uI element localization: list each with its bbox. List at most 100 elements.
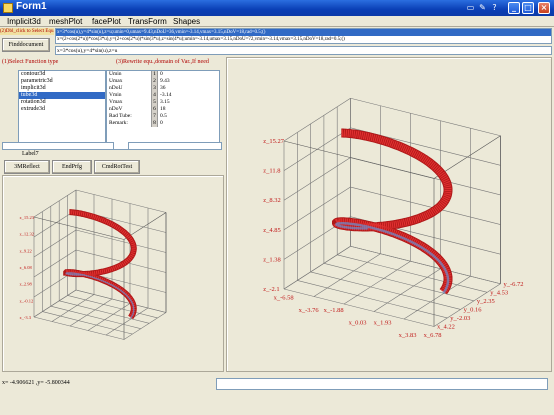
function-item[interactable]: parametric3d xyxy=(19,78,105,85)
param-name: nDoV xyxy=(109,106,123,112)
big-plot-canvas[interactable]: z_15.27z_11.8z_8.32z_4.85z_1.38z_-2.1x_-… xyxy=(228,59,552,372)
param-index: 6 xyxy=(151,106,158,113)
param-name: Rad Tube: xyxy=(109,113,132,119)
menu-shapes[interactable]: Shapes xyxy=(173,16,200,27)
param-index: 8 xyxy=(151,120,158,127)
param-row: nDoU 3 36 xyxy=(107,85,219,92)
z-tick-label: z_12.32 xyxy=(20,232,34,237)
maximize-button[interactable]: □ xyxy=(522,2,534,14)
function-item[interactable]: rotation3d xyxy=(19,99,105,106)
x-tick-label: x_-1.88 xyxy=(324,307,344,314)
param-index: 5 xyxy=(151,99,158,106)
param-value[interactable]: 0.5 xyxy=(160,113,167,120)
grid-line xyxy=(350,97,501,137)
z-tick-label: z_15.23 xyxy=(20,215,35,220)
tube-outline xyxy=(332,128,453,295)
function-item[interactable]: tube3d xyxy=(19,92,105,99)
y-tick-label: x_4.22 xyxy=(437,324,455,331)
function-type-list[interactable]: contour3d parametric3d implicit3d tube3d… xyxy=(18,70,106,150)
param-value[interactable]: 9.43 xyxy=(160,78,170,85)
z-tick-label: z_-2.1 xyxy=(263,286,279,293)
y-tick-label: y_2.35 xyxy=(477,298,495,305)
param-row: Vmax 5 3.15 xyxy=(107,99,219,106)
param-name: nDoU xyxy=(109,85,123,91)
param-value[interactable]: 3.15 xyxy=(160,99,170,106)
help-icon[interactable]: ? xyxy=(490,3,499,12)
y-tick-label: y_4.53 xyxy=(490,289,508,296)
select-function-label: (1)Select Function type xyxy=(2,59,59,65)
close-button[interactable]: × xyxy=(538,2,550,14)
param-value[interactable]: 0 xyxy=(160,71,163,78)
minimize-button[interactable]: _ xyxy=(508,2,520,14)
grid-line xyxy=(33,229,77,258)
param-name: Remark: xyxy=(109,120,128,126)
param-value[interactable]: -3.14 xyxy=(160,92,171,99)
z-tick-label: z_9.22 xyxy=(20,248,32,253)
param-row: Rad Tube: 7 0.5 xyxy=(107,113,219,120)
small-plot-canvas[interactable]: z_15.23 z_12.32 z_9.22 z_6.08 z_2.98 z_-0.12z… xyxy=(4,177,224,372)
function-item[interactable]: contour3d xyxy=(19,71,105,78)
z-tick-label: z_15.27 xyxy=(263,138,285,145)
reflect-button[interactable]: 3MReflect xyxy=(4,160,50,174)
menu-faceplot[interactable]: facePlot xyxy=(92,16,121,27)
endprfg-button[interactable]: EndPrfg xyxy=(52,160,92,174)
current-equation-field[interactable]: x=3*cos(u),y=4*sin(u),z=u xyxy=(55,46,552,55)
param-index: 2 xyxy=(151,78,158,85)
grid-line xyxy=(75,189,167,213)
plot-grid xyxy=(283,97,501,327)
z-tick-label: z_11.8 xyxy=(263,168,280,175)
y-tick-label: y_-2.03 xyxy=(450,315,470,322)
equation-hint-label: (2)Dbl_click to Select Equ. xyxy=(0,28,54,35)
param-value[interactable]: 36 xyxy=(160,85,166,92)
z-tick-label: z_-3.3 xyxy=(20,315,32,320)
aux-field-right[interactable] xyxy=(128,142,222,150)
output-field[interactable] xyxy=(216,378,548,390)
y-tick-label: y_-6.72 xyxy=(504,281,524,288)
x-tick-label: x_-6.58 xyxy=(274,294,294,301)
window-title: Form1 xyxy=(16,1,47,12)
form-icon[interactable]: ▭ xyxy=(466,3,475,12)
param-row: Remark: 8 0 xyxy=(107,120,219,127)
param-row: Vmin 4 -3.14 xyxy=(107,92,219,99)
equation-list[interactable]: x=3*cos(u),y=4*sin(u),z=u;umin=0,umax=9.… xyxy=(55,28,552,44)
param-value[interactable]: 0 xyxy=(160,120,163,127)
param-name: Vmin xyxy=(109,92,122,98)
param-row: nDoV 6 18 xyxy=(107,106,219,113)
param-value[interactable]: 18 xyxy=(160,106,166,113)
aux-field-left[interactable] xyxy=(2,142,114,150)
function-item[interactable]: extrude3d xyxy=(19,106,105,113)
param-index: 7 xyxy=(151,113,158,120)
param-index: 3 xyxy=(151,85,158,92)
small-plot-panel[interactable]: z_15.23 z_12.32 z_9.22 z_6.08 z_2.98 z_-0.12z… xyxy=(2,175,224,372)
param-row: Umax 2 9.43 xyxy=(107,78,219,85)
z-tick-label: z_1.38 xyxy=(263,256,281,263)
function-item[interactable]: implicit3d xyxy=(19,85,105,92)
big-plot-panel[interactable]: z_15.27 z_11.8 z_8.32 z_4.85 z_1.38 z_-2.1 x_-… xyxy=(226,57,552,372)
grid-line xyxy=(283,140,435,179)
x-tick-label: x_-3.76 xyxy=(299,307,320,314)
x-tick-label: x_0.03 xyxy=(349,320,367,327)
app-icon xyxy=(3,3,13,13)
param-index: 4 xyxy=(151,92,158,99)
parameter-grid[interactable]: Umin 1 0 Umax 2 9.43 nDoU 3 36 Vmin 4 -3.14 Vmax… xyxy=(106,70,220,150)
z-tick-label: z_4.85 xyxy=(263,227,281,234)
pen-icon[interactable]: ✎ xyxy=(478,3,487,12)
menu-meshplot[interactable]: meshPlot xyxy=(49,16,82,27)
z-tick-label: z_-0.12 xyxy=(20,298,34,303)
cursor-coordinates: x= -4.906621 ,y= -5.800344 xyxy=(2,380,70,386)
param-index: 1 xyxy=(151,71,158,78)
tube-surface xyxy=(64,210,136,319)
menu-transform[interactable]: TransForm xyxy=(128,16,167,27)
z-tick-label: z_2.98 xyxy=(20,282,33,287)
cmdrottest-button[interactable]: CmdRotTest xyxy=(94,160,140,174)
z-tick-label: z_6.08 xyxy=(20,265,33,270)
x-tick-label: x_3.83 xyxy=(399,332,417,339)
param-name: Umax xyxy=(109,78,123,84)
equation-item[interactable]: x=(2+cos(2*u))*cos(3*u),y=(2+cos(2*u))*s… xyxy=(56,36,551,43)
grid-line xyxy=(75,249,167,273)
find-document-button[interactable]: Finddocument xyxy=(2,38,50,52)
param-name: Vmax xyxy=(109,99,123,105)
menu-implicit3d[interactable]: Implicit3d xyxy=(7,16,41,27)
param-row: Umin 1 0 xyxy=(107,71,219,78)
equation-item[interactable]: x=3*cos(u),y=4*sin(u),z=u;umin=0,umax=9.… xyxy=(56,29,551,36)
